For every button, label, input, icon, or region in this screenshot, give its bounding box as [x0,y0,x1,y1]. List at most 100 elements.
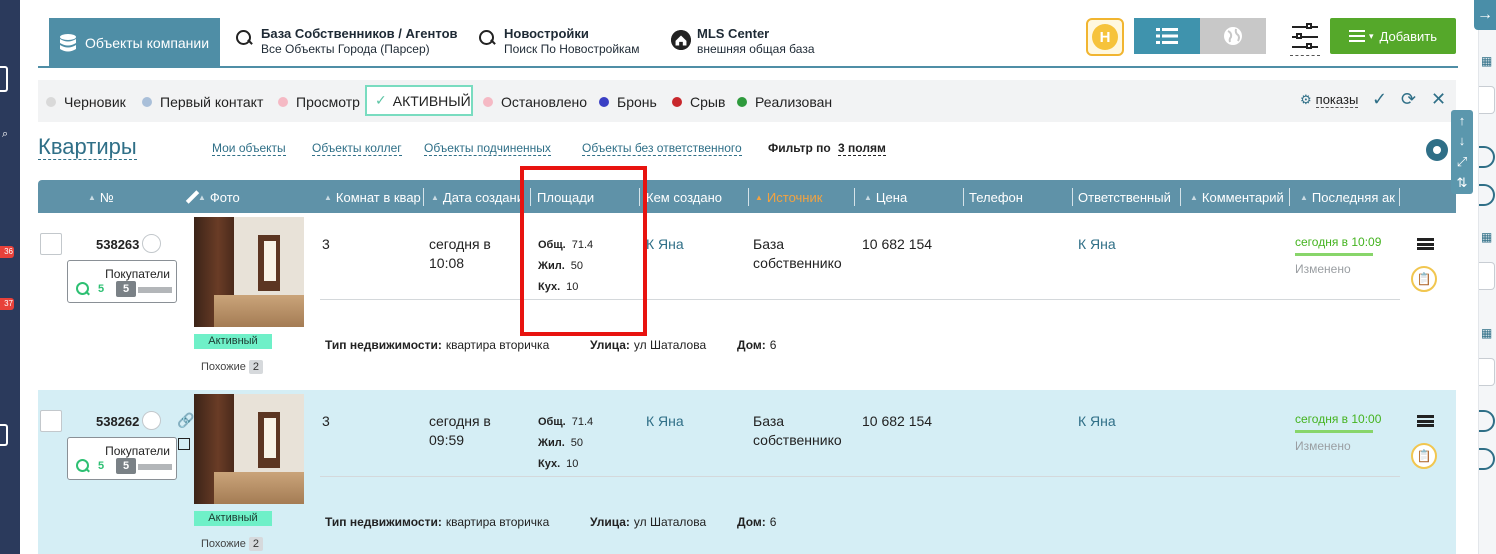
shows-link[interactable]: ⚙ показы [1300,92,1359,108]
grid-icon[interactable]: ▦ [1481,230,1492,244]
tab-title: Новостройки [504,26,589,41]
expand-icon[interactable]: ⤢ [1457,154,1467,170]
status-failed[interactable]: Срыв [672,94,725,110]
caret-down-icon: ▾ [1369,30,1374,41]
row-radio[interactable] [142,234,161,253]
swap-icon[interactable]: ⇅ [1457,175,1468,191]
column-header-created-date[interactable]: ▲ Дата создани [431,188,531,206]
arrow-down-icon[interactable]: ↓ [1459,133,1466,148]
circle-button[interactable] [1479,146,1495,168]
status-label: Реализован [755,94,833,110]
clipboard-icon[interactable]: 📋 [1411,266,1437,292]
column-header-number[interactable]: ▲ № [88,188,148,206]
object-photo[interactable] [194,394,304,504]
grid-icon[interactable]: ▦ [1481,326,1492,340]
column-header-phone[interactable]: Телефон [969,188,1073,206]
check-icon[interactable]: ✓ [1372,89,1387,110]
buyers-widget[interactable]: Покупатели 5 5 [67,437,177,480]
object-id[interactable]: 538262 [96,414,139,429]
status-active[interactable]: ✓ АКТИВНЫЙ [365,85,473,116]
area-total: 71.4 [571,416,594,428]
filter-label: Фильтр по [768,141,831,155]
object-id[interactable]: 538263 [96,237,139,252]
external-link-icon[interactable] [178,438,190,450]
status-viewing[interactable]: Просмотр [278,94,360,110]
gear-icon[interactable] [1426,139,1448,161]
column-header-source[interactable]: ▲ Источник [755,188,855,206]
similar-link[interactable]: Похожие 2 [201,537,264,551]
column-header-last-action[interactable]: ▲ Последняя ак [1300,188,1400,206]
h-logo-button[interactable]: H [1086,18,1124,56]
table-row[interactable]: 538262 🔗 Покупатели 5 5 Активный Похожие… [38,390,1456,554]
table-row[interactable]: 538263 Покупатели 5 5 Активный Похожие 2… [38,213,1456,390]
status-badge: Активный [194,511,272,526]
check-circle-icon[interactable] [1479,184,1495,206]
column-header-photo[interactable]: ▲ Фото [198,188,318,206]
unassigned-objects-link[interactable]: Объекты без ответственного [582,141,742,156]
window-icon[interactable] [0,424,8,446]
area-values: Общ. 71.4 Жил. 50 Кух. 10 [538,412,593,475]
status-draft[interactable]: Черновик [46,94,126,110]
settings-sliders-button[interactable] [1290,22,1320,56]
status-badge: Активный [194,334,272,349]
page-title[interactable]: Квартиры [38,135,137,160]
notification-badge[interactable]: 36 [0,246,14,258]
column-header-responsible[interactable]: Ответственный [1078,188,1181,206]
menu-icon[interactable] [1417,238,1434,250]
menu-icon[interactable] [1417,415,1434,427]
side-input[interactable] [1479,358,1495,386]
link-icon[interactable]: 🔗 [177,412,194,429]
collapse-arrow-icon[interactable]: → [1474,0,1496,30]
responsible-link[interactable]: К Яна [1078,235,1116,254]
window-icon[interactable] [0,66,8,92]
last-action: сегодня в 10:09 [1295,235,1382,249]
column-label: Источник [766,189,823,205]
price-value: 10 682 154 [862,413,933,429]
arrow-up-icon[interactable]: ↑ [1459,113,1466,128]
column-header-rooms[interactable]: ▲ Комнат в квар [324,188,424,206]
row-radio[interactable] [142,411,161,430]
circle-button[interactable] [1479,448,1495,470]
notification-badge[interactable]: 37 [0,298,14,310]
tab-mls-center[interactable]: MLS Center внешняя общая база [671,26,815,56]
list-view-button[interactable] [1134,18,1200,54]
status-sold[interactable]: Реализован [737,94,832,110]
tab-company-objects[interactable]: Объекты компании [49,18,220,68]
search-icon[interactable]: ⌕ [2,128,8,141]
map-view-button[interactable] [1200,18,1266,54]
area-total-label: Общ. [538,416,566,428]
buyers-widget[interactable]: Покупатели 5 5 [67,260,177,303]
grid-icon[interactable]: ▦ [1481,54,1492,68]
side-input[interactable] [1479,86,1495,114]
filter-value-link[interactable]: 3 полям [838,141,886,156]
my-objects-link[interactable]: Мои объекты [212,141,286,156]
column-header-created-by[interactable]: Кем создано [646,188,749,206]
column-label: Ответственный [1078,189,1171,205]
row-checkbox[interactable] [40,410,62,432]
add-button[interactable]: ▾ Добавить [1330,18,1456,54]
similar-link[interactable]: Похожие 2 [201,360,264,374]
circle-button[interactable] [1479,410,1495,432]
subordinates-objects-link[interactable]: Объекты подчиненных [424,141,551,156]
column-header-price[interactable]: ▲ Цена [864,188,964,206]
tab-owners-base[interactable]: База Собственников / Агентов Все Объекты… [235,26,458,56]
column-header-comment[interactable]: ▲ Комментарий [1190,188,1290,206]
refresh-icon[interactable]: ⟳ [1401,89,1416,110]
object-photo[interactable] [194,217,304,327]
status-reserved[interactable]: Бронь [599,94,657,110]
house: Дом: 6 [737,338,776,352]
clipboard-icon[interactable]: 📋 [1411,443,1437,469]
colleagues-objects-link[interactable]: Объекты коллег [312,141,402,156]
buyers-bar [138,464,172,470]
close-icon[interactable]: ✕ [1431,89,1446,110]
tab-new-buildings[interactable]: Новостройки Поиск По Новостройкам [478,26,639,56]
side-input[interactable] [1479,262,1495,290]
status-stopped[interactable]: Остановлено [483,94,587,110]
created-by-link[interactable]: К Яна [646,412,684,431]
status-first-contact[interactable]: Первый контакт [142,94,263,110]
row-checkbox[interactable] [40,233,62,255]
tab-subtitle: Поиск По Новостройкам [504,42,640,56]
responsible-link[interactable]: К Яна [1078,412,1116,431]
area-living: 50 [570,437,583,449]
created-by-link[interactable]: К Яна [646,235,684,254]
